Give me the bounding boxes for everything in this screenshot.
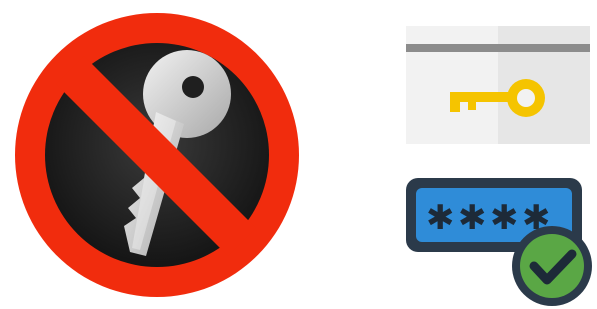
card-shade [498,26,590,144]
svg-text:✱: ✱ [490,198,519,238]
key-card-svg [406,26,590,144]
key-card-icon [406,26,590,144]
svg-text:✱: ✱ [458,198,487,238]
no-key-prohibited-svg [15,13,299,297]
svg-text:✱: ✱ [426,198,455,238]
no-key-prohibited-icon [6,4,308,306]
password-verified-icon: ✱ ✱ ✱ ✱ [402,174,597,309]
password-verified-svg: ✱ ✱ ✱ ✱ [406,178,592,306]
icon-canvas: ✱ ✱ ✱ ✱ [0,0,597,309]
card-stripe [406,44,590,52]
check-badge-icon [512,226,592,306]
